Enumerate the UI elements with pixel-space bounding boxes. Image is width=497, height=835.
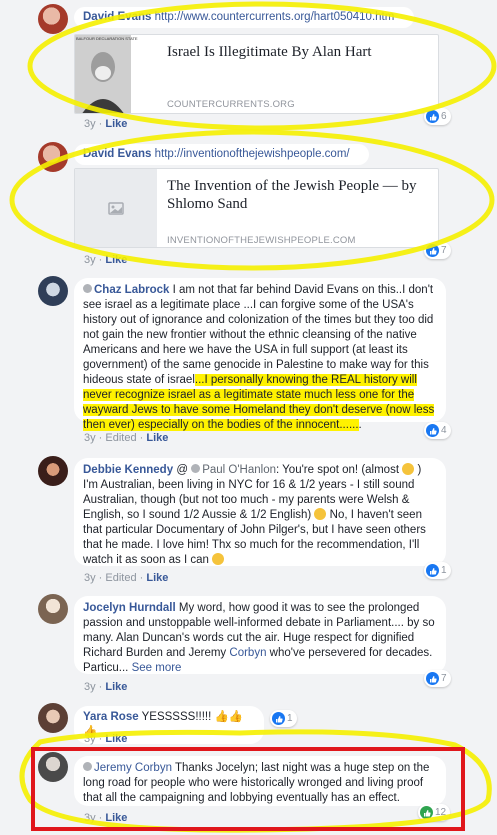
reaction-count[interactable]: 12 (418, 804, 451, 821)
comment-text: YESSSSS!!!!! (141, 711, 212, 723)
avatar[interactable] (38, 142, 68, 172)
preview-title[interactable]: Israel Is Illegitimate By Alan Hart (167, 43, 427, 61)
smiley-emoji-icon (212, 553, 225, 565)
comment-bubble: Jocelyn Hurndall My word, how good it wa… (74, 596, 446, 674)
link-preview[interactable]: The Invention of the Jewish People — by … (74, 168, 439, 248)
preview-thumbnail: BALFOUR DECLARATION STATE (75, 35, 138, 113)
like-icon (426, 424, 439, 437)
comment-author-highlight[interactable]: Corbyn (135, 762, 172, 774)
edited-label[interactable]: Edited (105, 572, 136, 584)
like-action[interactable]: Like (146, 572, 168, 584)
like-icon (426, 564, 439, 577)
comment-author[interactable]: Chaz Labrock (94, 284, 169, 296)
portrait-image (75, 35, 131, 113)
preview-domain: INVENTIONOFTHEJEWISHPEOPLE.COM (167, 235, 356, 246)
preview-domain: COUNTERCURRENTS.ORG (167, 99, 295, 110)
comment-bubble: Chaz Labrock I am not that far behind Da… (74, 278, 446, 431)
like-icon (420, 806, 433, 819)
comment-author[interactable]: Jocelyn Hurndall (83, 602, 176, 614)
comment-text: I am not that far behind David Evans on … (83, 284, 434, 386)
reaction-count[interactable]: 4 (424, 422, 451, 439)
comment-author[interactable]: David Evans (83, 11, 151, 23)
comment-time[interactable]: 3y (84, 681, 96, 693)
verified-icon (191, 464, 201, 473)
like-icon (426, 244, 439, 257)
mention-link[interactable]: Paul O'Hanlon (202, 464, 276, 476)
mention-link[interactable]: Corbyn (229, 647, 266, 659)
like-action[interactable]: Like (105, 118, 127, 130)
like-icon (426, 110, 439, 123)
reaction-count[interactable]: 6 (424, 108, 451, 125)
comment-meta: 3y · Like (84, 254, 128, 266)
like-icon (426, 672, 439, 685)
avatar[interactable] (38, 703, 68, 733)
avatar[interactable] (38, 276, 68, 306)
comment-time[interactable]: 3y (84, 432, 96, 444)
like-action[interactable]: Like (105, 254, 127, 266)
comment-meta: 3y · Like (84, 733, 128, 745)
link-preview[interactable]: BALFOUR DECLARATION STATE Israel Is Ille… (74, 34, 439, 114)
reaction-count[interactable]: 7 (424, 670, 451, 687)
comment-time[interactable]: 3y (84, 254, 96, 266)
reaction-count[interactable]: 7 (424, 242, 451, 259)
see-more-link[interactable]: See more (132, 662, 182, 674)
comment-bubble: Debbie Kennedy @ Paul O'Hanlon: You're s… (74, 458, 446, 566)
smiley-emoji-icon (314, 508, 327, 520)
avatar[interactable] (38, 594, 68, 624)
comment-link[interactable]: http://www.countercurrents.org/hart05041… (155, 11, 395, 23)
avatar[interactable] (38, 456, 68, 486)
comment-author[interactable]: Jeremy (94, 762, 132, 774)
like-icon (272, 712, 285, 725)
avatar[interactable] (38, 752, 68, 782)
edited-label[interactable]: Edited (105, 432, 136, 444)
image-placeholder-icon (108, 202, 124, 215)
like-action[interactable]: Like (105, 681, 127, 693)
verified-icon (83, 762, 92, 771)
thumbnail-caption: BALFOUR DECLARATION STATE (76, 36, 138, 41)
avatar[interactable] (38, 4, 68, 34)
comment-bubble: Jeremy Corbyn Thanks Jocelyn; last night… (74, 756, 446, 806)
comment-link[interactable]: http://inventionofthejewishpeople.com/ (155, 148, 350, 160)
comment-author[interactable]: Debbie Kennedy (83, 464, 173, 476)
comment-bubble: David Evans http://inventionofthejewishp… (74, 144, 369, 165)
verified-icon (83, 284, 92, 293)
comment-text: : You're spot on! (almost (276, 464, 400, 476)
comment-meta: 3y · Edited · Like (84, 572, 169, 584)
preview-title[interactable]: The Invention of the Jewish People — by … (167, 177, 437, 213)
comment-author[interactable]: David Evans (83, 148, 151, 160)
like-action[interactable]: Like (146, 432, 168, 444)
comment-author[interactable]: Yara Rose (83, 711, 139, 723)
comment-meta: 3y · Edited · Like (84, 432, 169, 444)
comment-bubble: David Evans http://www.countercurrents.o… (74, 7, 414, 28)
comment-meta: 3y · Like (84, 681, 128, 693)
like-action[interactable]: Like (105, 812, 127, 824)
smiley-emoji-icon (402, 463, 415, 475)
reaction-count[interactable]: 1 (424, 562, 451, 579)
comment-time[interactable]: 3y (84, 118, 96, 130)
like-action[interactable]: Like (105, 733, 127, 745)
comment-time[interactable]: 3y (84, 572, 96, 584)
comment-time[interactable]: 3y (84, 812, 96, 824)
reaction-count[interactable]: 1 (270, 710, 297, 727)
comment-meta: 3y · Like (84, 118, 128, 130)
comment-meta: 3y · Like (84, 812, 128, 824)
preview-thumbnail (75, 169, 157, 247)
comment-time[interactable]: 3y (84, 733, 96, 745)
